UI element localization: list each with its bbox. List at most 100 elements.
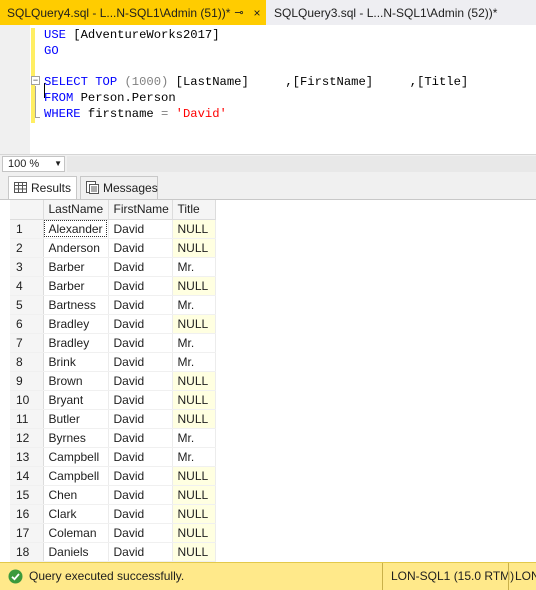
row-number-cell[interactable]: 8 (10, 352, 44, 372)
lastname-cell[interactable]: Chen (43, 485, 109, 505)
firstname-cell[interactable]: David (108, 542, 173, 562)
table-row[interactable]: 14 Campbell David NULL (10, 466, 216, 486)
title-cell[interactable]: NULL (172, 504, 216, 524)
row-number-cell[interactable]: 11 (10, 409, 44, 429)
table-row[interactable]: 12 Byrnes David Mr. (10, 428, 216, 448)
row-number-cell[interactable]: 14 (10, 466, 44, 486)
table-row[interactable]: 15 Chen David NULL (10, 485, 216, 505)
lastname-cell[interactable]: Campbell (43, 447, 109, 467)
lastname-cell[interactable]: Butler (43, 409, 109, 429)
firstname-cell[interactable]: David (108, 523, 173, 543)
row-number-cell[interactable]: 13 (10, 447, 44, 467)
title-cell[interactable]: NULL (172, 542, 216, 562)
firstname-cell[interactable]: David (108, 485, 173, 505)
firstname-cell[interactable]: David (108, 257, 173, 277)
tab-messages[interactable]: Messages (80, 176, 158, 199)
lastname-cell[interactable]: Campbell (43, 466, 109, 486)
column-header-title[interactable]: Title (172, 200, 216, 220)
firstname-cell[interactable]: David (108, 333, 173, 353)
tab-sqlquery4[interactable]: SQLQuery4.sql - L...N-SQL1\Admin (51))* … (0, 0, 266, 25)
firstname-cell[interactable]: David (108, 447, 173, 467)
zoom-dropdown[interactable]: 100 % ▼ (2, 156, 65, 172)
lastname-cell[interactable]: Alexander (43, 219, 109, 239)
firstname-cell[interactable]: David (108, 276, 173, 296)
lastname-cell[interactable]: Brink (43, 352, 109, 372)
collapse-icon[interactable]: − (31, 76, 40, 85)
title-cell[interactable]: NULL (172, 523, 216, 543)
lastname-cell[interactable]: Daniels (43, 542, 109, 562)
table-row[interactable]: 17 Coleman David NULL (10, 523, 216, 543)
lastname-cell[interactable]: Brown (43, 371, 109, 391)
query-editor[interactable]: − USE [AdventureWorks2017] GO SELECT TOP… (0, 25, 536, 154)
column-header-rownum[interactable] (10, 200, 44, 220)
tab-sqlquery3[interactable]: SQLQuery3.sql - L...N-SQL1\Admin (52))* (266, 0, 536, 25)
table-row[interactable]: 3 Barber David Mr. (10, 257, 216, 277)
title-cell[interactable]: Mr. (172, 295, 216, 315)
pin-icon[interactable]: ⊸ (231, 0, 247, 25)
firstname-cell[interactable]: David (108, 238, 173, 258)
table-row[interactable]: 13 Campbell David Mr. (10, 447, 216, 467)
table-row[interactable]: 6 Bradley David NULL (10, 314, 216, 334)
table-row[interactable]: 9 Brown David NULL (10, 371, 216, 391)
lastname-cell[interactable]: Bradley (43, 333, 109, 353)
title-cell[interactable]: NULL (172, 409, 216, 429)
chevron-down-icon[interactable]: ▼ (54, 157, 62, 171)
title-cell[interactable]: NULL (172, 485, 216, 505)
firstname-cell[interactable]: David (108, 390, 173, 410)
title-cell[interactable]: Mr. (172, 428, 216, 448)
title-cell[interactable]: NULL (172, 238, 216, 258)
column-header-firstname[interactable]: FirstName (108, 200, 173, 220)
lastname-cell[interactable]: Byrnes (43, 428, 109, 448)
row-number-cell[interactable]: 9 (10, 371, 44, 391)
row-number-cell[interactable]: 2 (10, 238, 44, 258)
title-cell[interactable]: NULL (172, 466, 216, 486)
lastname-cell[interactable]: Barber (43, 276, 109, 296)
firstname-cell[interactable]: David (108, 504, 173, 524)
table-row[interactable]: 10 Bryant David NULL (10, 390, 216, 410)
firstname-cell[interactable]: David (108, 428, 173, 448)
column-header-lastname[interactable]: LastName (43, 200, 109, 220)
close-icon[interactable]: × (249, 0, 265, 25)
row-number-cell[interactable]: 12 (10, 428, 44, 448)
row-number-cell[interactable]: 18 (10, 542, 44, 562)
lastname-cell[interactable]: Barber (43, 257, 109, 277)
title-cell[interactable]: NULL (172, 314, 216, 334)
firstname-cell[interactable]: David (108, 371, 173, 391)
table-row[interactable]: 18 Daniels David NULL (10, 542, 216, 562)
table-row[interactable]: 4 Barber David NULL (10, 276, 216, 296)
row-number-cell[interactable]: 5 (10, 295, 44, 315)
lastname-cell[interactable]: Bartness (43, 295, 109, 315)
row-number-cell[interactable]: 6 (10, 314, 44, 334)
lastname-cell[interactable]: Anderson (43, 238, 109, 258)
table-row[interactable]: 8 Brink David Mr. (10, 352, 216, 372)
firstname-cell[interactable]: David (108, 409, 173, 429)
title-cell[interactable]: NULL (172, 219, 216, 239)
firstname-cell[interactable]: David (108, 219, 173, 239)
table-row[interactable]: 11 Butler David NULL (10, 409, 216, 429)
lastname-cell[interactable]: Clark (43, 504, 109, 524)
table-row[interactable]: 1 Alexander David NULL (10, 219, 216, 239)
row-number-cell[interactable]: 16 (10, 504, 44, 524)
title-cell[interactable]: Mr. (172, 352, 216, 372)
table-row[interactable]: 2 Anderson David NULL (10, 238, 216, 258)
lastname-cell[interactable]: Bryant (43, 390, 109, 410)
lastname-cell[interactable]: Bradley (43, 314, 109, 334)
tab-results[interactable]: Results (8, 176, 77, 199)
horizontal-scrollbar[interactable] (67, 156, 536, 172)
title-cell[interactable]: NULL (172, 276, 216, 296)
row-number-cell[interactable]: 3 (10, 257, 44, 277)
title-cell[interactable]: Mr. (172, 333, 216, 353)
row-number-cell[interactable]: 1 (10, 219, 44, 239)
title-cell[interactable]: Mr. (172, 447, 216, 467)
title-cell[interactable]: NULL (172, 371, 216, 391)
table-row[interactable]: 7 Bradley David Mr. (10, 333, 216, 353)
row-number-cell[interactable]: 10 (10, 390, 44, 410)
firstname-cell[interactable]: David (108, 295, 173, 315)
row-number-cell[interactable]: 15 (10, 485, 44, 505)
title-cell[interactable]: Mr. (172, 257, 216, 277)
row-number-cell[interactable]: 4 (10, 276, 44, 296)
title-cell[interactable]: NULL (172, 390, 216, 410)
table-row[interactable]: 5 Bartness David Mr. (10, 295, 216, 315)
lastname-cell[interactable]: Coleman (43, 523, 109, 543)
firstname-cell[interactable]: David (108, 352, 173, 372)
